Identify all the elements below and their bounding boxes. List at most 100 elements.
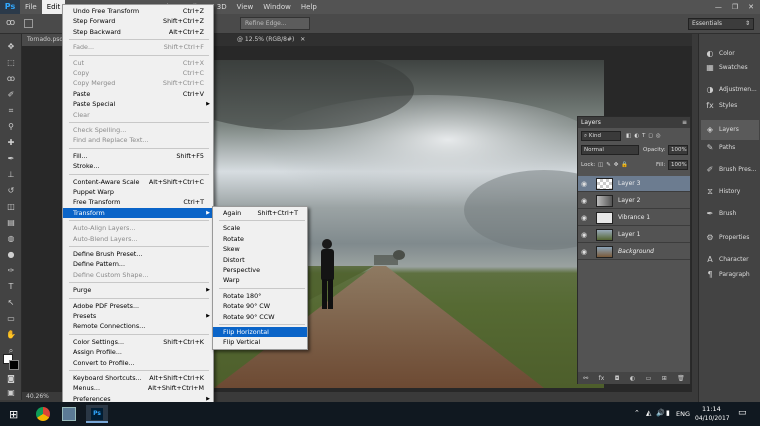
menu-view[interactable]: View [232, 0, 259, 14]
network-icon[interactable]: ◭ [646, 409, 651, 417]
adjustment-layer-icon[interactable]: ◐ [630, 375, 635, 382]
filter-kind-select[interactable]: ⌕ Kind [581, 131, 621, 141]
transform-menu-rotate[interactable]: Rotate [213, 234, 307, 244]
edit-menu-fill[interactable]: Fill... Shift+F5 [63, 151, 213, 161]
brush-tool-icon[interactable]: ✒ [5, 154, 17, 164]
menu-help[interactable]: Help [296, 0, 322, 14]
new-selection-icon[interactable] [24, 19, 33, 28]
chevron-up-icon[interactable]: ⌃ [634, 409, 640, 417]
dock-properties[interactable]: ⚙ Properties [701, 228, 759, 248]
lasso-tool-preset-icon[interactable]: ꝏ [6, 18, 15, 28]
edit-menu-color-settings[interactable]: Color Settings... Shift+Ctrl+K [63, 337, 213, 347]
visibility-eye-icon[interactable]: ◉ [581, 196, 589, 206]
edit-menu-transform[interactable]: Transform ▶ [63, 207, 213, 218]
menu-3d[interactable]: 3D [212, 0, 232, 14]
visibility-eye-icon[interactable]: ◉ [581, 213, 589, 223]
fx-icon[interactable]: fx [599, 375, 605, 382]
dock-paths[interactable]: ✎ Paths [701, 138, 759, 158]
history-brush-tool-icon[interactable]: ↺ [5, 186, 17, 196]
layer-row[interactable]: ◉ Layer 1 [578, 227, 690, 243]
dock-brush[interactable]: ✒ Brush [701, 204, 759, 224]
workspace-switcher[interactable]: Essentials ⇕ [688, 18, 754, 30]
layer-row[interactable]: ◉ Background [578, 244, 690, 260]
transform-menu-flip-horizontal[interactable]: Flip Horizontal [213, 327, 307, 337]
path-selection-tool-icon[interactable]: ↖ [5, 298, 17, 308]
windows-start-icon[interactable]: ⊞ [9, 408, 18, 421]
eyedropper-tool-icon[interactable]: ⚲ [5, 122, 17, 132]
dock-layers[interactable]: ◈ Layers [701, 120, 759, 140]
edit-menu-stroke[interactable]: Stroke... [63, 161, 213, 171]
edit-menu-keyboard-shortcuts[interactable]: Keyboard Shortcuts... Alt+Shift+Ctrl+K [63, 373, 213, 383]
edit-menu-puppet-warp[interactable]: Puppet Warp [63, 187, 213, 197]
link-layers-icon[interactable]: ⚯ [583, 375, 588, 382]
minimize-icon[interactable]: — [715, 3, 722, 11]
clock-date[interactable]: 04/10/2017 [695, 415, 730, 422]
menu-file[interactable]: File [20, 0, 42, 14]
volume-icon[interactable]: 🔊 [656, 409, 665, 417]
background-color-swatch[interactable] [9, 360, 19, 370]
refine-edge-button[interactable]: Refine Edge... [240, 17, 310, 30]
transform-menu-flip-vertical[interactable]: Flip Vertical [213, 337, 307, 347]
clone-stamp-tool-icon[interactable]: ⊥ [5, 170, 17, 180]
edit-menu-undo-free-transform[interactable]: Undo Free Transform Ctrl+Z [63, 6, 213, 16]
edit-menu-define-pattern[interactable]: Define Pattern... [63, 259, 213, 269]
quick-mask-icon[interactable]: ◙ [5, 374, 17, 384]
fill-field[interactable]: 100% [668, 160, 688, 170]
visibility-eye-icon[interactable]: ◉ [581, 179, 589, 189]
hand-tool-icon[interactable]: ✋ [5, 330, 17, 340]
crop-tool-icon[interactable]: ⌗ [5, 106, 17, 116]
dock-paragraph[interactable]: ¶ Paragraph [701, 265, 759, 285]
gradient-tool-icon[interactable]: ▤ [5, 218, 17, 228]
opacity-field[interactable]: 100% [668, 145, 688, 155]
layer-row[interactable]: ◉ Layer 3 [578, 176, 690, 192]
zoom-level[interactable]: 40.26% [26, 393, 49, 400]
visibility-eye-icon[interactable]: ◉ [581, 230, 589, 240]
move-tool-icon[interactable]: ✥ [5, 42, 17, 52]
layer-row[interactable]: ◉ Layer 2 [578, 193, 690, 209]
screen-mode-icon[interactable]: ▣ [5, 388, 17, 398]
rectangle-tool-icon[interactable]: ▭ [5, 314, 17, 324]
healing-brush-tool-icon[interactable]: ✚ [5, 138, 17, 148]
add-mask-icon[interactable]: ◘ [615, 375, 620, 382]
language-indicator[interactable]: ENG [676, 410, 690, 418]
layer-row[interactable]: ◉ Vibrance 1 [578, 210, 690, 226]
dock-history[interactable]: ⧖ History [701, 182, 759, 202]
edit-menu-free-transform[interactable]: Free Transform Ctrl+T [63, 197, 213, 207]
edit-menu-convert-to-profile[interactable]: Convert to Profile... [63, 358, 213, 368]
transform-menu-again[interactable]: Again Shift+Ctrl+T [213, 208, 307, 218]
file-explorer-icon[interactable] [62, 407, 76, 421]
close-icon[interactable]: ✕ [748, 3, 754, 11]
transform-menu-scale[interactable]: Scale [213, 223, 307, 233]
transform-menu-rotate-90-ccw[interactable]: Rotate 90° CCW [213, 312, 307, 322]
notifications-icon[interactable]: ▭ [738, 408, 747, 418]
dock-brush-pres[interactable]: ✐ Brush Pres... [701, 160, 759, 180]
transform-menu-rotate-90-cw[interactable]: Rotate 90° CW [213, 301, 307, 311]
marquee-tool-icon[interactable]: ⬚ [5, 58, 17, 68]
edit-menu-adobe-pdf-presets[interactable]: Adobe PDF Presets... [63, 301, 213, 311]
edit-menu-menus[interactable]: Menus... Alt+Shift+Ctrl+M [63, 383, 213, 393]
tab-document[interactable]: @ 12.5% (RGB/8#) ✕ [232, 34, 310, 46]
transform-menu-skew[interactable]: Skew [213, 244, 307, 254]
trash-icon[interactable]: 🗑 [677, 375, 685, 382]
chrome-icon[interactable] [36, 407, 50, 421]
edit-menu-step-backward[interactable]: Step Backward Alt+Ctrl+Z [63, 27, 213, 37]
tab-layers[interactable]: Layers [581, 117, 601, 128]
transform-menu-rotate-180[interactable]: Rotate 180° [213, 291, 307, 301]
edit-menu-presets[interactable]: Presets ▶ [63, 311, 213, 321]
transform-menu-distort[interactable]: Distort [213, 255, 307, 265]
lasso-tool-icon[interactable]: ꝏ [5, 74, 17, 84]
visibility-eye-icon[interactable]: ◉ [581, 247, 589, 257]
dock-styles[interactable]: fx Styles [701, 96, 759, 116]
close-icon[interactable]: ✕ [300, 36, 305, 43]
blur-tool-icon[interactable]: ◍ [5, 234, 17, 244]
quick-select-tool-icon[interactable]: ✐ [5, 90, 17, 100]
edit-menu-paste-special[interactable]: Paste Special ▶ [63, 99, 213, 109]
maximize-icon[interactable]: ❐ [732, 3, 738, 11]
clock-time[interactable]: 11:14 [702, 405, 721, 413]
edit-menu-step-forward[interactable]: Step Forward Shift+Ctrl+Z [63, 16, 213, 26]
edit-menu-assign-profile[interactable]: Assign Profile... [63, 347, 213, 357]
blend-mode-select[interactable]: Normal [581, 145, 639, 155]
transform-menu-perspective[interactable]: Perspective [213, 265, 307, 275]
edit-menu-define-brush-preset[interactable]: Define Brush Preset... [63, 249, 213, 259]
dodge-tool-icon[interactable]: ● [5, 250, 17, 260]
